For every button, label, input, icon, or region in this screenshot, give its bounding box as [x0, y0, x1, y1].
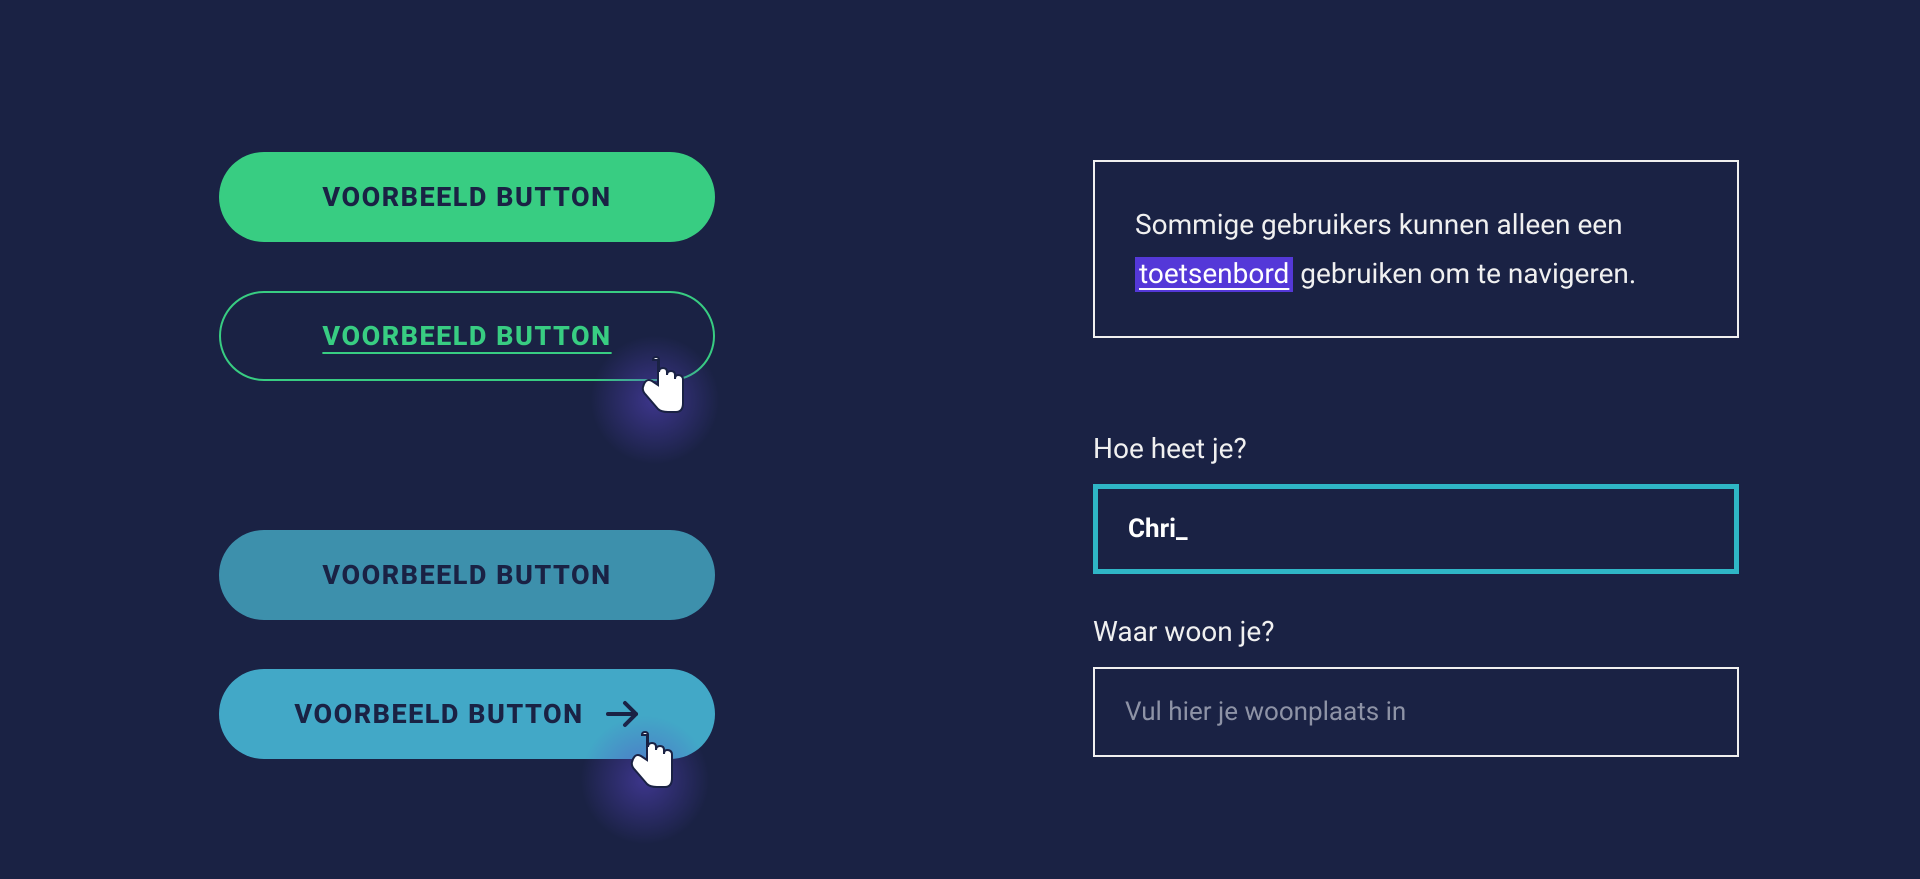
city-input[interactable]: Vul hier je woonplaats in — [1093, 667, 1739, 757]
example-button-green-solid[interactable]: VOORBEELD BUTTON — [219, 152, 715, 242]
button-label: VOORBEELD BUTTON — [322, 181, 611, 213]
name-input[interactable]: Chri_ — [1093, 484, 1739, 574]
city-field-label: Waar woon je? — [1093, 615, 1274, 648]
name-field-label: Hoe heet je? — [1093, 432, 1247, 465]
example-button-teal-hover[interactable]: VOORBEELD BUTTON — [219, 669, 715, 759]
info-link-keyboard[interactable]: toetsenbord — [1135, 257, 1293, 292]
text-caret: _ — [1176, 514, 1188, 544]
name-input-value: Chri — [1128, 514, 1176, 544]
info-text-after: gebruiken om te navigeren. — [1293, 257, 1636, 290]
example-button-green-outline-hover[interactable]: VOORBEELD BUTTON — [219, 291, 715, 381]
info-text-before: Sommige gebruikers kunnen alleen een — [1135, 208, 1623, 241]
info-box: Sommige gebruikers kunnen alleen een toe… — [1093, 160, 1739, 338]
arrow-right-icon — [606, 700, 640, 728]
button-label: VOORBEELD BUTTON — [322, 559, 611, 591]
button-label: VOORBEELD BUTTON — [322, 320, 611, 352]
example-button-teal-muted[interactable]: VOORBEELD BUTTON — [219, 530, 715, 620]
city-input-placeholder: Vul hier je woonplaats in — [1125, 697, 1406, 727]
button-label: VOORBEELD BUTTON — [294, 698, 583, 730]
